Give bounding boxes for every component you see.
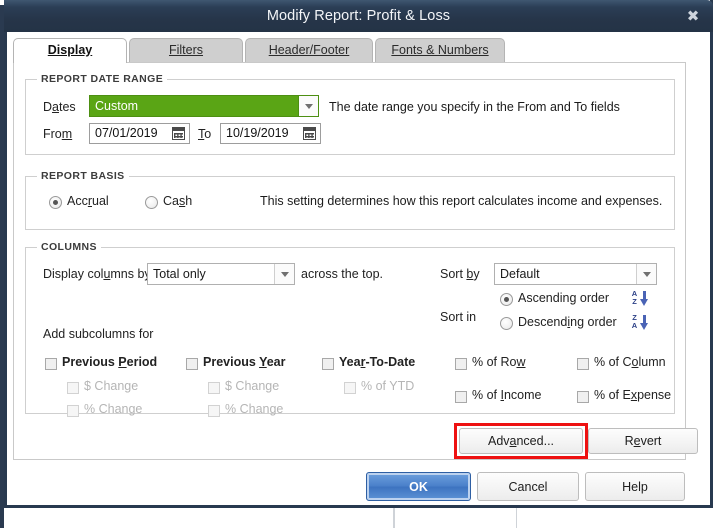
chevron-down-icon[interactable] — [298, 96, 318, 116]
display-columns-by-label: Display columns by — [43, 267, 151, 281]
dates-combobox[interactable]: Custom — [89, 95, 319, 117]
percent-of-row-checkbox[interactable] — [455, 358, 467, 370]
report-date-range-group: REPORT DATE RANGE Dates Custom From 07/0… — [25, 73, 675, 155]
tab-header-footer[interactable]: Header/Footer — [245, 38, 373, 62]
cancel-button-label: Cancel — [508, 479, 548, 494]
percent-of-row-label: % of Row — [472, 355, 526, 369]
display-tab-panel: REPORT DATE RANGE Dates Custom From 07/0… — [13, 62, 698, 460]
previous-year-percent-change-checkbox[interactable] — [208, 405, 220, 417]
cash-label: Cash — [163, 194, 193, 208]
advanced-button-label: Advanced... — [487, 434, 555, 448]
dates-combobox-value: Custom — [95, 99, 139, 113]
accrual-radio[interactable] — [49, 196, 62, 209]
report-basis-hint: This setting determines how this report … — [260, 194, 663, 208]
to-label: To — [198, 127, 212, 141]
report-basis-title: REPORT BASIS — [37, 170, 129, 182]
columns-group: COLUMNS Display columns by Total only ac… — [25, 241, 675, 417]
sort-za-icon: ZA — [630, 314, 650, 331]
ok-button-label: OK — [409, 479, 428, 494]
descending-order-label: Descending order — [518, 315, 617, 329]
sort-by-combobox[interactable]: Default — [494, 263, 657, 285]
sort-az-icon: AZ — [630, 290, 650, 307]
from-label: From — [43, 127, 73, 141]
dialog-titlebar: Modify Report: Profit & Loss ✖ — [4, 0, 713, 32]
tab-header-footer-label: Header/Footer — [268, 43, 350, 57]
previous-year-percent-change-label: % Change — [225, 402, 284, 416]
year-to-date-label: Year-To-Date — [339, 355, 416, 369]
tab-display[interactable]: Display — [13, 38, 127, 63]
percent-of-column-checkbox[interactable] — [577, 358, 589, 370]
columns-title: COLUMNS — [37, 241, 101, 253]
tab-fonts-numbers-label: Fonts & Numbers — [391, 43, 489, 57]
previous-period-dollar-change-checkbox[interactable] — [67, 382, 79, 394]
to-date-field[interactable]: 10/19/2019 — [220, 123, 321, 144]
previous-year-checkbox[interactable] — [186, 358, 198, 370]
help-button[interactable]: Help — [585, 472, 685, 501]
sort-by-value: Default — [500, 267, 540, 281]
to-date-value: 10/19/2019 — [226, 126, 289, 140]
screen: Modify Report: Profit & Loss ✖ Display F… — [0, 0, 717, 528]
previous-period-dollar-change-label: $ Change — [84, 379, 139, 393]
previous-period-label: Previous Period — [62, 355, 158, 369]
across-the-top-label: across the top. — [301, 267, 383, 281]
previous-year-dollar-change-checkbox[interactable] — [208, 382, 220, 394]
year-to-date-checkbox[interactable] — [322, 358, 334, 370]
percent-of-expense-checkbox[interactable] — [577, 391, 589, 403]
dates-label: Dates — [43, 100, 76, 114]
accrual-label: Accrual — [67, 194, 109, 208]
calendar-icon[interactable] — [303, 127, 316, 140]
percent-of-ytd-checkbox[interactable] — [344, 382, 356, 394]
previous-period-percent-change-label: % Change — [84, 402, 143, 416]
percent-of-ytd-label: % of YTD — [361, 379, 415, 393]
tab-strip: Display Filters Header/Footer Fonts & Nu… — [13, 38, 701, 63]
background-divider-2 — [516, 508, 517, 528]
chevron-down-icon[interactable] — [274, 264, 294, 284]
background-strip-left — [0, 508, 4, 528]
revert-button-label: Revert — [624, 434, 662, 448]
tab-filters-label: Filters — [168, 43, 204, 57]
add-subcolumns-label: Add subcolumns for — [43, 327, 154, 341]
tab-fonts-numbers[interactable]: Fonts & Numbers — [375, 38, 505, 62]
close-icon[interactable]: ✖ — [685, 8, 701, 24]
dialog-title: Modify Report: Profit & Loss — [266, 8, 451, 24]
display-columns-by-combobox[interactable]: Total only — [147, 263, 295, 285]
calendar-icon[interactable] — [172, 127, 185, 140]
previous-period-checkbox[interactable] — [45, 358, 57, 370]
percent-of-income-checkbox[interactable] — [455, 391, 467, 403]
help-button-label: Help — [622, 479, 648, 494]
percent-of-income-label: % of Income — [472, 388, 542, 402]
previous-year-dollar-change-label: $ Change — [225, 379, 280, 393]
advanced-button[interactable]: Advanced... — [459, 428, 583, 454]
percent-of-column-label: % of Column — [594, 355, 666, 369]
report-basis-group: REPORT BASIS Accrual Cash This setting d… — [25, 170, 675, 230]
cancel-button[interactable]: Cancel — [477, 472, 579, 501]
cash-radio[interactable] — [145, 196, 158, 209]
from-date-value: 07/01/2019 — [95, 126, 158, 140]
sort-by-label: Sort by — [440, 267, 480, 281]
chevron-down-icon[interactable] — [636, 264, 656, 284]
display-columns-by-value: Total only — [153, 267, 206, 281]
ok-button[interactable]: OK — [366, 472, 471, 501]
date-range-hint: The date range you specify in the From a… — [329, 100, 620, 114]
ascending-order-label: Ascending order — [518, 291, 610, 305]
from-date-field[interactable]: 07/01/2019 — [89, 123, 190, 144]
tab-filters[interactable]: Filters — [129, 38, 243, 62]
previous-period-percent-change-checkbox[interactable] — [67, 405, 79, 417]
ascending-order-radio[interactable] — [500, 293, 513, 306]
sort-in-label: Sort in — [440, 310, 477, 324]
report-date-range-title: REPORT DATE RANGE — [37, 73, 168, 85]
tab-display-label: Display — [47, 43, 93, 57]
descending-order-radio[interactable] — [500, 317, 513, 330]
percent-of-expense-label: % of Expense — [594, 388, 672, 402]
revert-button[interactable]: Revert — [588, 428, 698, 454]
background-divider-1 — [393, 508, 395, 528]
previous-year-label: Previous Year — [203, 355, 286, 369]
background-strip — [0, 508, 717, 528]
